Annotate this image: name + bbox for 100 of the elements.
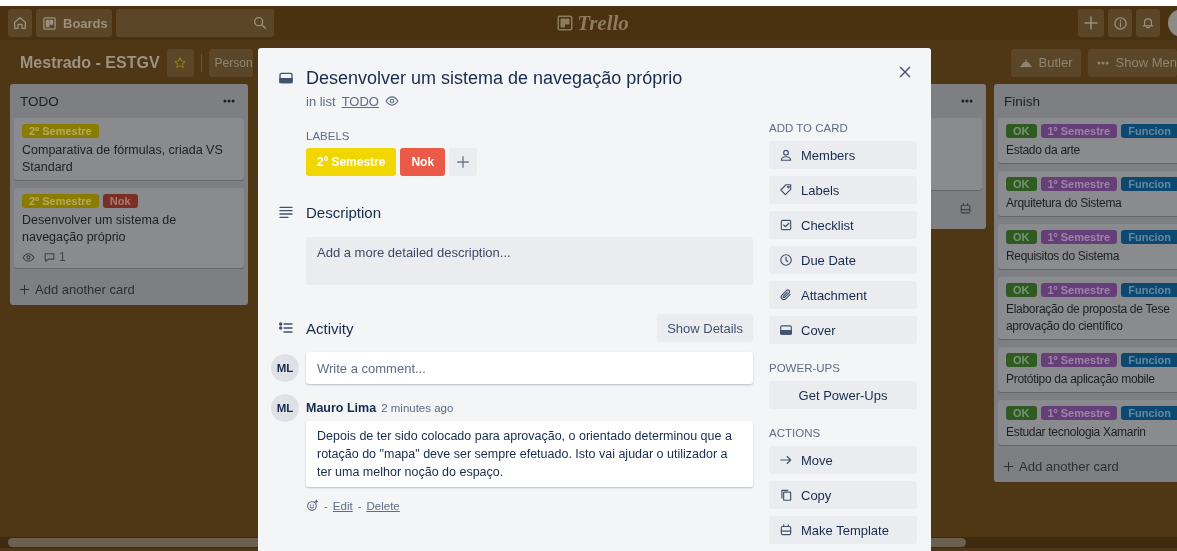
card-icon — [278, 70, 294, 86]
star-icon — [173, 55, 188, 70]
paperclip-icon — [779, 288, 793, 302]
notifications-button[interactable] — [1136, 9, 1160, 37]
list-title: TODO — [20, 93, 59, 109]
show-details-button[interactable]: Show Details — [657, 314, 753, 342]
card-label[interactable]: Nok — [400, 148, 446, 176]
card-title: Comparativa de fórmulas, criada VS Standard — [22, 142, 224, 176]
add-card-link[interactable]: Add another card — [1019, 459, 1119, 474]
smiley-icon — [306, 499, 319, 512]
description-field[interactable]: Add a more detailed description... — [306, 237, 753, 285]
add-button[interactable] — [1078, 9, 1104, 37]
list-title: Finish — [1004, 93, 1040, 109]
board-title: Mestrado - ESTGV — [20, 53, 160, 72]
tag-icon — [779, 183, 793, 197]
card-label: 1º Semestre — [1040, 230, 1118, 244]
card-title: Requisitos do Sistema — [1006, 248, 1121, 265]
list-card[interactable]: OK 1º Semestre Funcion Requisitos do Sistema — [998, 224, 1177, 269]
comment-author: Mauro Lima — [306, 401, 377, 415]
sidebar-button[interactable]: Labels — [769, 176, 917, 204]
card-title: Elaboração de proposta de Tese aprovação do científico — [1006, 301, 1171, 335]
sidebar-button[interactable]: Due Date — [769, 246, 917, 274]
card-label: Funcion — [1121, 177, 1177, 191]
sidebar-button[interactable]: Make Template — [769, 516, 917, 544]
plus-icon — [18, 283, 31, 296]
card-label: 1º Semestre — [1040, 353, 1118, 367]
sidebar-button[interactable]: Attachment — [769, 281, 917, 309]
list-card[interactable]: OK 1º Semestre Funcion Elaboração de proposta de Tese aprovação do científico — [998, 277, 1177, 339]
sidebar-button[interactable]: Get Power-Ups — [769, 381, 917, 409]
add-label-button[interactable] — [449, 148, 478, 176]
section-heading: Description — [306, 203, 382, 221]
clock-icon — [779, 253, 793, 267]
sidebar-button[interactable]: Members — [769, 141, 917, 169]
avatar: ML — [271, 354, 299, 382]
card-title: Arquitetura do Sistema — [1006, 195, 1123, 212]
info-icon — [1112, 15, 1128, 31]
sidebar-button[interactable]: Cover — [769, 316, 917, 344]
separator-text: - — [357, 499, 362, 512]
card-label: 2º Semestre — [22, 194, 99, 208]
info-button[interactable] — [1108, 9, 1132, 37]
comment-action-link[interactable]: Edit — [332, 499, 353, 512]
activity-icon — [278, 320, 294, 336]
plus-icon — [1002, 460, 1015, 473]
card-label: 1º Semestre — [1040, 124, 1118, 138]
comment-icon — [43, 250, 56, 264]
logo-icon — [556, 14, 575, 32]
card-label: OK — [1006, 283, 1037, 297]
sidebar-button[interactable]: Checklist — [769, 211, 917, 239]
star-button[interactable] — [166, 48, 194, 77]
section-label: LABELS — [306, 129, 351, 144]
person-icon — [779, 148, 793, 162]
list-prefix: in list — [306, 93, 336, 109]
card-label: Funcion — [1121, 353, 1177, 367]
comment-count: 1 — [59, 250, 66, 264]
close-icon — [897, 64, 913, 80]
card-label: OK — [1006, 406, 1037, 420]
boards-button[interactable]: Boards — [36, 9, 112, 37]
list-card[interactable]: 2º Semestre Comparativa de fórmulas, criada VS Standard — [14, 118, 244, 180]
card-title: Desenvolver um sistema de navegação próprio — [22, 212, 178, 246]
description-icon — [278, 204, 294, 220]
card-label: 1º Semestre — [1040, 406, 1118, 420]
card-label: Funcion — [1121, 124, 1177, 138]
list-link[interactable]: TODO — [341, 93, 379, 109]
card-label: Funcion — [1121, 406, 1177, 420]
card-stack-icon — [779, 523, 793, 537]
search-icon — [252, 15, 268, 31]
comment-text: Depois de ter sido colocado para aprovação, o orientado determinou que a rotação do "mapa" deve ser sempre efetuado. Isto vai ajudar o utilizador a ter uma melhor noção do espaço. — [306, 421, 753, 487]
search-field[interactable] — [116, 9, 274, 37]
plus-icon — [1082, 14, 1100, 32]
add-card-link[interactable]: Add another card — [35, 282, 135, 297]
home-button[interactable] — [8, 9, 32, 37]
section-label: ADD TO CARD — [769, 121, 849, 136]
card-label: Nok — [102, 194, 138, 208]
list-card[interactable]: OK 1º Semestre Funcion Protótipo da aplicação mobile — [998, 347, 1177, 392]
card-label: 2º Semestre — [22, 124, 99, 138]
card-label: OK — [1006, 353, 1037, 367]
card-icon — [779, 323, 793, 337]
home-icon — [12, 15, 28, 31]
sidebar-button[interactable]: Copy — [769, 481, 917, 509]
card-title: Protótipo da aplicação mobile — [1006, 371, 1156, 388]
list-card[interactable]: OK 1º Semestre Funcion Estudar tecnologia Xamarin — [998, 400, 1177, 445]
list-card[interactable]: OK 1º Semestre Funcion Estado da arte — [998, 118, 1177, 163]
avatar: ML — [271, 394, 299, 422]
card-label: 1º Semestre — [1040, 177, 1118, 191]
comment-time: 2 minutes ago — [381, 402, 454, 414]
boards-icon — [42, 15, 57, 31]
section-label: POWER-UPS — [769, 361, 841, 376]
card-stack-icon — [959, 202, 972, 215]
card-label: OK — [1006, 124, 1037, 138]
list-card[interactable]: 2º Semestre Nok Desenvolver um sistema de navegação próprio 1 — [14, 188, 244, 268]
card-title: Estado da arte — [1006, 142, 1081, 159]
logo-wordmark: Trello — [577, 10, 629, 36]
separator-text: - — [324, 499, 328, 512]
comment-action-link[interactable]: Delete — [366, 499, 400, 512]
list-card[interactable]: OK 1º Semestre Funcion Arquitetura do Sistema — [998, 171, 1177, 216]
card-label: OK — [1006, 177, 1037, 191]
card-label: 1º Semestre — [1040, 283, 1118, 297]
sidebar-button[interactable]: Move — [769, 446, 917, 474]
section-label: ACTIONS — [769, 426, 822, 441]
plus-icon — [455, 154, 472, 170]
